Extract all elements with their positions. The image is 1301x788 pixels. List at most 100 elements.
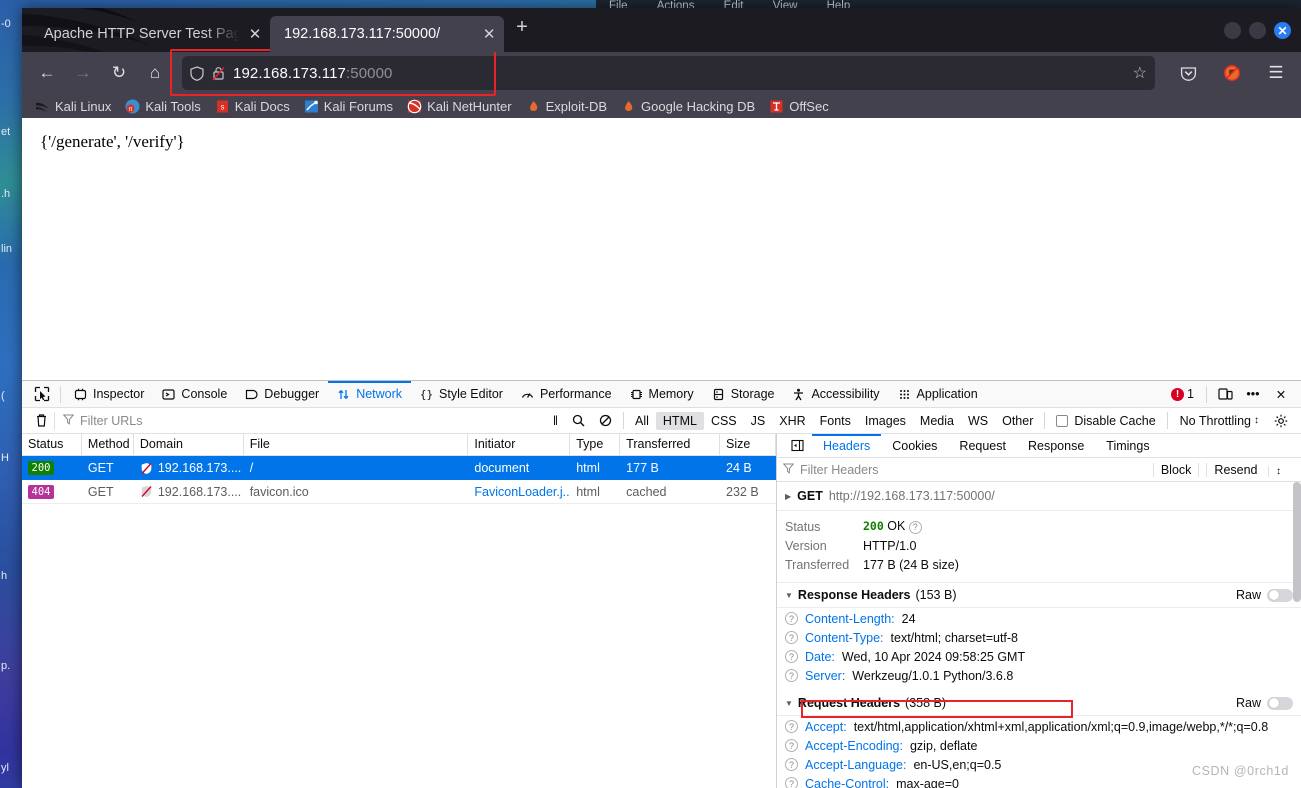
header-name[interactable]: Cache-Control: (805, 777, 889, 788)
filter-css[interactable]: CSS (704, 412, 744, 430)
col-size[interactable]: Size (720, 434, 776, 455)
new-tab-button[interactable]: + (504, 17, 540, 43)
panel-toggle-icon[interactable] (783, 434, 812, 458)
bookmark-offsec[interactable]: OffSec (762, 95, 836, 117)
tab-timings[interactable]: Timings (1095, 434, 1160, 458)
col-method[interactable]: Method (82, 434, 134, 455)
bookmark-kali-tools[interactable]: π Kali Tools (118, 95, 207, 117)
expand-triangle-icon[interactable]: ▶ (785, 492, 791, 501)
home-button[interactable]: ⌂ (138, 57, 172, 89)
filter-headers-placeholder[interactable]: Filter Headers (800, 463, 879, 477)
toggle-switch[interactable] (1267, 588, 1293, 602)
reload-button[interactable]: ↻ (102, 57, 136, 89)
header-name[interactable]: Server: (805, 669, 845, 683)
help-icon[interactable]: ? (785, 720, 798, 733)
bookmark-kali-docs[interactable]: s Kali Docs (208, 95, 297, 117)
gear-icon[interactable] (1267, 412, 1295, 430)
tab-close-icon[interactable]: ✕ (480, 25, 498, 43)
col-transferred[interactable]: Transferred (620, 434, 721, 455)
header-name[interactable]: Accept-Encoding: (805, 739, 903, 753)
filter-js[interactable]: JS (744, 412, 773, 430)
table-row[interactable]: 200 GET 192.168.173.... / document html (22, 456, 776, 480)
table-row[interactable]: 404 GET 192.168.173.... favicon.ico Favi… (22, 480, 776, 504)
filter-ws[interactable]: WS (961, 412, 995, 430)
shield-icon[interactable] (190, 65, 204, 81)
tab-accessibility[interactable]: Accessibility (783, 381, 888, 408)
tab-debugger[interactable]: Debugger (236, 381, 328, 408)
block-button[interactable]: Block (1152, 462, 1199, 477)
trash-icon[interactable] (28, 413, 54, 428)
request-url-line[interactable]: ▶ GET http://192.168.173.117:50000/ (777, 482, 1301, 511)
responsive-design-mode-icon[interactable] (1211, 381, 1239, 408)
tab-close-icon[interactable]: ✕ (246, 25, 264, 43)
filter-all[interactable]: All (628, 412, 656, 430)
tab-apache-test-page[interactable]: Apache HTTP Server Test Pag ✕ (30, 16, 270, 52)
scrollbar-thumb[interactable] (1293, 482, 1301, 602)
hamburger-menu-icon[interactable]: ☰ (1259, 57, 1293, 89)
filter-urls-input[interactable]: Filter URLs (54, 411, 546, 430)
close-devtools-icon[interactable]: ✕ (1267, 381, 1295, 408)
col-initiator[interactable]: Initiator (468, 434, 571, 455)
lock-broken-icon[interactable] (212, 66, 225, 81)
col-type[interactable]: Type (570, 434, 621, 455)
tab-performance[interactable]: Performance (512, 381, 621, 408)
raw-toggle[interactable]: Raw (1236, 696, 1293, 710)
tab-headers[interactable]: Headers (812, 434, 881, 458)
header-name[interactable]: Accept-Language: (805, 758, 906, 772)
col-status[interactable]: Status (22, 434, 82, 455)
tab-memory[interactable]: Memory (621, 381, 703, 408)
element-picker-icon[interactable] (28, 386, 56, 402)
noscript-icon[interactable] (1215, 57, 1249, 89)
minimize-button[interactable] (1224, 22, 1241, 39)
bookmark-exploit-db[interactable]: Exploit-DB (519, 95, 614, 117)
resend-button[interactable]: Resend ↕ (1198, 462, 1295, 477)
filter-media[interactable]: Media (913, 412, 961, 430)
raw-toggle[interactable]: Raw (1236, 588, 1293, 602)
tab-response[interactable]: Response (1017, 434, 1095, 458)
address-bar[interactable]: 192.168.173.117:50000 ☆ (182, 56, 1155, 90)
filter-other[interactable]: Other (995, 412, 1040, 430)
pause-recording-icon[interactable]: ‖ (546, 412, 565, 430)
header-name[interactable]: Content-Type: (805, 631, 884, 645)
tab-application[interactable]: Application (889, 381, 987, 408)
forward-button[interactable]: → (66, 57, 100, 89)
collapse-triangle-icon[interactable]: ▼ (785, 699, 793, 708)
toggle-switch[interactable] (1267, 696, 1293, 710)
help-icon[interactable]: ? (785, 669, 798, 682)
collapse-triangle-icon[interactable]: ▼ (785, 591, 793, 600)
close-window-button[interactable]: ✕ (1274, 22, 1291, 39)
header-name[interactable]: Date: (805, 650, 835, 664)
tab-inspector[interactable]: Inspector (65, 381, 153, 408)
response-headers-section-header[interactable]: ▼ Response Headers (153 B) Raw (777, 583, 1301, 608)
filter-images[interactable]: Images (858, 412, 913, 430)
col-domain[interactable]: Domain (134, 434, 244, 455)
tab-request[interactable]: Request (948, 434, 1017, 458)
error-count-badge[interactable]: ! 1 (1163, 387, 1202, 401)
tab-style-editor[interactable]: {} Style Editor (411, 381, 512, 408)
tab-console[interactable]: Console (153, 381, 236, 408)
help-icon[interactable]: ? (785, 758, 798, 771)
tab-192-168-173-117[interactable]: 192.168.173.117:50000/ ✕ (270, 16, 505, 52)
help-icon[interactable]: ? (785, 777, 798, 788)
bookmark-kali-linux[interactable]: Kali Linux (28, 95, 118, 117)
bookmark-kali-nethunter[interactable]: Kali NetHunter (400, 95, 519, 117)
back-button[interactable]: ← (30, 57, 64, 89)
header-name[interactable]: Content-Length: (805, 612, 895, 626)
row-initiator[interactable]: FaviconLoader.j... (468, 485, 570, 499)
pocket-icon[interactable] (1171, 57, 1205, 89)
filter-html[interactable]: HTML (655, 411, 704, 430)
maximize-button[interactable] (1249, 22, 1266, 39)
help-icon[interactable]: ? (785, 631, 798, 644)
throttling-select[interactable]: No Throttling ↕ (1172, 414, 1267, 428)
block-requests-icon[interactable] (592, 412, 619, 430)
filter-fonts[interactable]: Fonts (813, 412, 858, 430)
bookmark-kali-forums[interactable]: Kali Forums (297, 95, 400, 117)
bookmark-star-icon[interactable]: ☆ (1133, 63, 1147, 83)
col-file[interactable]: File (244, 434, 469, 455)
help-icon[interactable]: ? (785, 612, 798, 625)
bookmark-google-hacking-db[interactable]: Google Hacking DB (614, 95, 762, 117)
help-icon[interactable]: ? (908, 520, 922, 534)
request-headers-section-header[interactable]: ▼ Request Headers (358 B) Raw (777, 691, 1301, 716)
more-options-icon[interactable]: ••• (1239, 381, 1267, 408)
disable-cache-checkbox[interactable]: Disable Cache (1049, 412, 1162, 430)
